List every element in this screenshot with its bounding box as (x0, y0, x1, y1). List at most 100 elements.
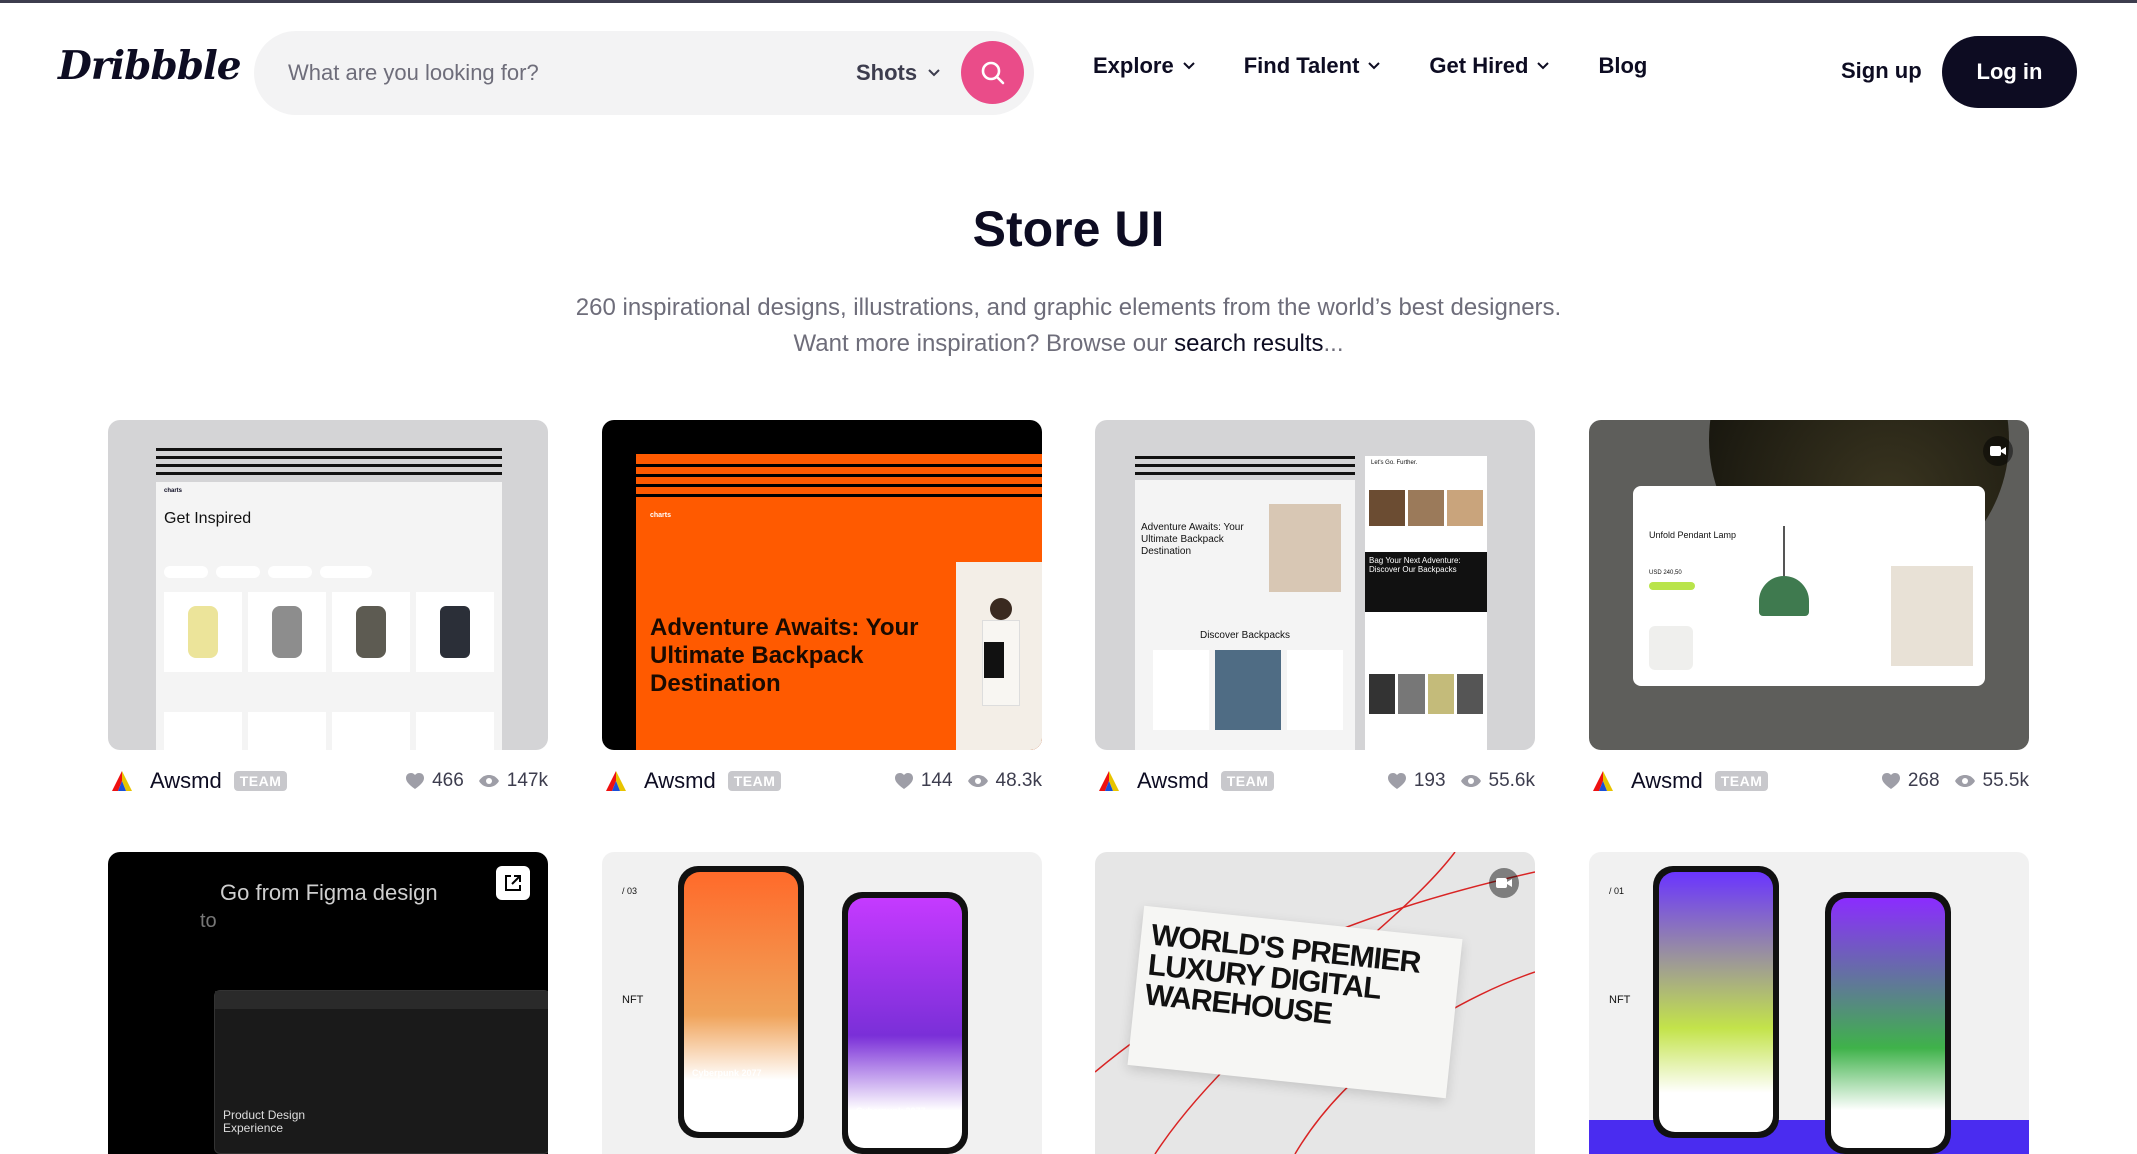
nav-find-talent[interactable]: Find Talent (1244, 53, 1382, 79)
views-count: 55.6k (1488, 770, 1535, 791)
shot-thumbnail[interactable]: charts Get Inspired (108, 420, 548, 750)
awsmd-avatar-icon[interactable] (1589, 767, 1617, 795)
author-name[interactable]: Awsmd (1631, 768, 1703, 794)
mock-page-number: / 01 (1609, 886, 1625, 896)
mock-caption: Product Design Experience (223, 1108, 306, 1135)
mock-product (332, 592, 410, 672)
likes: 144 (894, 770, 953, 792)
shot-thumbnail[interactable]: charts Adventure Awaits: Your Ultimate B… (602, 420, 1042, 750)
shot-card: Adventure Awaits: Your Ultimate Backpack… (1095, 420, 1535, 793)
team-badge: TEAM (1714, 771, 1769, 791)
chevron-down-icon (1537, 62, 1550, 70)
likes: 268 (1881, 770, 1940, 792)
views: 55.5k (1954, 770, 2029, 792)
shot-thumbnail[interactable]: Go from Figma design to Product Design E… (108, 852, 548, 1154)
shot-thumbnail[interactable]: WORLD'S PREMIER LUXURY DIGITAL WAREHOUSE (1095, 852, 1535, 1154)
views: 147k (478, 770, 548, 792)
heart-icon (1387, 773, 1406, 789)
heart-icon (894, 773, 913, 789)
likes-count: 144 (920, 770, 953, 791)
dribbble-logo[interactable]: Dribbble (58, 43, 242, 89)
mock-heading: Adventure Awaits: Your Ultimate Backpack… (650, 614, 919, 697)
nav-find-talent-label: Find Talent (1243, 53, 1360, 78)
mock-promo: Bag Your Next Adventure: Discover Our Ba… (1365, 552, 1487, 612)
awsmd-avatar-icon[interactable] (1095, 767, 1123, 795)
mock-phone (1653, 866, 1779, 1138)
mock-page-number: / 03 (622, 886, 638, 896)
subtitle-ellipsis: ... (1323, 330, 1344, 357)
decor-stripe (156, 448, 502, 451)
author-name[interactable]: Awsmd (644, 768, 716, 794)
decor-stripe (636, 484, 1042, 487)
author-name[interactable]: Awsmd (150, 768, 222, 794)
eye-icon (1954, 775, 1975, 787)
search-scope-dropdown[interactable]: Shots (856, 57, 941, 89)
search-icon (981, 61, 1004, 84)
decor-stripe (636, 474, 1042, 477)
mock-product (248, 592, 326, 672)
likes: 193 (1387, 770, 1446, 792)
views-count: 55.5k (1982, 770, 2029, 791)
page-subtitle: 260 inspirational designs, illustrations… (0, 290, 2137, 362)
mock-page-2: Let's Go. Further. Bag Your Next Adventu… (1365, 456, 1487, 750)
views-count: 48.3k (995, 770, 1042, 791)
shot-thumbnail[interactable]: / 03 NFT Cyberpunk 2077 Cosmic Club #948… (602, 852, 1042, 1154)
mock-photo (956, 562, 1042, 750)
likes-count: 466 (432, 770, 464, 791)
mock-page: charts Get Inspired (156, 482, 502, 750)
mock-product (164, 592, 242, 672)
shot-card: Go from Figma design to Product Design E… (108, 852, 548, 1154)
nav-explore[interactable]: Explore (1093, 53, 1196, 79)
shot-card: / 01 NFT (1589, 852, 2029, 1154)
mock-heading: Go from Figma design (220, 880, 438, 905)
site-header: Dribbble Shots Explore Find Talent Get H… (0, 3, 2137, 143)
search-button[interactable] (961, 41, 1024, 104)
author-name[interactable]: Awsmd (1137, 768, 1209, 794)
search-bar: Shots (254, 31, 1034, 115)
mock-filters (164, 566, 494, 580)
mock-side-label: NFT (1609, 994, 1631, 1006)
search-input[interactable] (288, 55, 768, 91)
mock-photo (1269, 504, 1341, 592)
mock-price: USD 240,50 (1649, 570, 1682, 576)
awsmd-avatar-icon[interactable] (108, 767, 136, 795)
log-in-button[interactable]: Log in (1942, 36, 2077, 108)
shot-card: charts Adventure Awaits: Your Ultimate B… (602, 420, 1042, 793)
eye-icon (478, 775, 499, 787)
decor-stripe (1135, 464, 1355, 467)
chevron-down-icon (1368, 62, 1381, 70)
mock-headline: WORLD'S PREMIER LUXURY DIGITAL WAREHOUSE (1143, 918, 1422, 1031)
mock-page: Adventure Awaits: Your Ultimate Backpack… (1135, 480, 1355, 750)
decor-stripe (1135, 472, 1355, 475)
decor-stripe (636, 464, 1042, 467)
external-link-icon (496, 866, 530, 900)
mock-page: Unfold Pendant Lamp USD 240,50 (1633, 486, 1985, 686)
decor-stripe (636, 494, 1042, 497)
mock-subheading: Discover Backpacks (1199, 630, 1291, 641)
mock-phone: Cyberpunk 2077 Cosmic Club #9489 (678, 866, 804, 1138)
mock-nft-title: Cyberpunk 2077 Cosmic Club #2189 (856, 1106, 939, 1126)
nav-explore-label: Explore (1093, 53, 1174, 78)
awsmd-avatar-icon[interactable] (602, 767, 630, 795)
nav-get-hired-label: Get Hired (1429, 53, 1529, 78)
shot-thumbnail[interactable]: / 01 NFT (1589, 852, 2029, 1154)
nav-blog[interactable]: Blog (1598, 53, 1647, 79)
likes-count: 268 (1907, 770, 1940, 791)
nav-get-hired[interactable]: Get Hired (1429, 53, 1550, 79)
eye-icon (967, 775, 988, 787)
search-results-link[interactable]: search results (1174, 330, 1323, 357)
shot-card: charts Get Inspired Awsmd TEAM 466 147k (108, 420, 548, 793)
heart-icon (1881, 773, 1900, 789)
decor-stripe (1135, 456, 1355, 459)
mock-window: Product Design Experience (214, 990, 548, 1154)
likes-count: 193 (1413, 770, 1446, 791)
shot-stats: 466 147k (391, 770, 548, 792)
shot-thumbnail[interactable]: Adventure Awaits: Your Ultimate Backpack… (1095, 420, 1535, 750)
mock-tagline: Let's Go. Further. (1371, 460, 1418, 466)
decor-stripe (156, 472, 502, 475)
decor-stripe (156, 456, 502, 459)
shot-thumbnail[interactable]: Unfold Pendant Lamp USD 240,50 (1589, 420, 2029, 750)
eye-icon (1460, 775, 1481, 787)
sign-up-link[interactable]: Sign up (1841, 58, 1922, 84)
likes: 466 (405, 770, 464, 792)
